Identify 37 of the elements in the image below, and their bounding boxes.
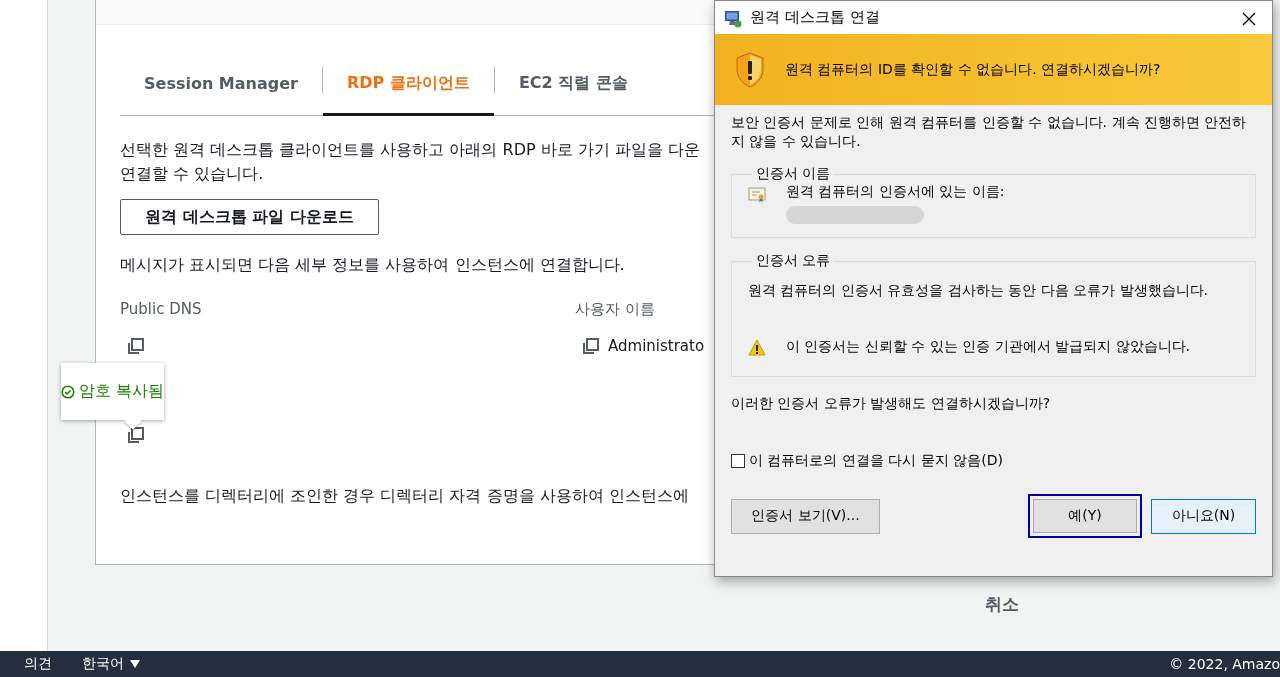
copy-icon[interactable] [582,337,600,355]
checkbox-label[interactable]: 이 컴퓨터로의 연결을 다시 묻지 않음(D) [749,452,1003,470]
question-text: 이러한 인증서 오류가 발생해도 연결하시겠습니까? [731,395,1052,413]
field-label: 사용자 이름 [575,299,656,319]
group-title: 인증서 오류 [755,252,832,270]
dialog-button[interactable]: 예(Y) [1028,494,1142,538]
field-label: Public DNS [120,299,203,319]
tooltip-text: 암호 복사됨 [78,381,164,402]
language-link[interactable]: 한국어 [82,655,124,673]
download-button[interactable]: 원격 데스크톱 파일 다운로드 [120,199,379,235]
directory-note: 인스턴스를 디렉터리에 조인한 경우 디렉터리 자격 증명을 사용하여 인스턴스에 [120,485,689,507]
description-text: 보안 인증서 문제로 인해 원격 컴퓨터를 인증할 수 없습니다. 계속 진행하면 안전하지 않을 수 있습니다. [731,113,1248,151]
dialog-button[interactable]: 아니요(N) [1151,498,1256,534]
monitor-icon [724,9,742,28]
certificate-icon [748,185,766,203]
tab[interactable]: EC2 직렬 콘솔 [494,53,652,116]
warning-text: 이 인증서는 신뢰할 수 있는 인증 기관에서 발급되지 않았습니다. [786,338,1191,356]
window-title: 원격 데스크톱 연결 [750,8,880,27]
copyright-text: © 2022, Amazo [1169,656,1280,672]
certificate-name-label: 원격 컴퓨터의 인증서에 있는 이름: [786,183,1005,201]
cancel-button[interactable]: 취소 [985,593,1019,616]
warning-icon [748,339,766,357]
dialog-button[interactable]: 인증서 보기(V)... [731,498,880,534]
tab[interactable]: Session Manager [120,53,322,116]
group-title: 인증서 이름 [755,165,832,183]
field-value: Administrato [608,337,705,355]
copy-icon[interactable] [127,426,145,444]
checkbox[interactable] [731,454,745,468]
intro-text: 선택한 원격 데스크톱 클라이언트를 사용하고 아래의 RDP 바로 가기 파일을 다운 [120,139,700,161]
prompt-text: 메시지가 표시되면 다음 세부 정보를 사용하여 인스턴스에 연결합니다. [120,254,625,276]
error-text: 원격 컴퓨터의 인증서 유효성을 검사하는 동안 다음 오류가 발생했습니다. [748,282,1210,300]
copy-icon[interactable] [127,337,145,355]
feedback-link[interactable]: 의견 [24,655,52,673]
warning-message: 원격 컴퓨터의 ID를 확인할 수 없습니다. 연결하시겠습니까? [785,60,1161,79]
shield-warning-icon [735,51,765,88]
intro-text: 연결할 수 있습니다. [120,163,264,185]
caret-icon[interactable] [130,660,140,668]
